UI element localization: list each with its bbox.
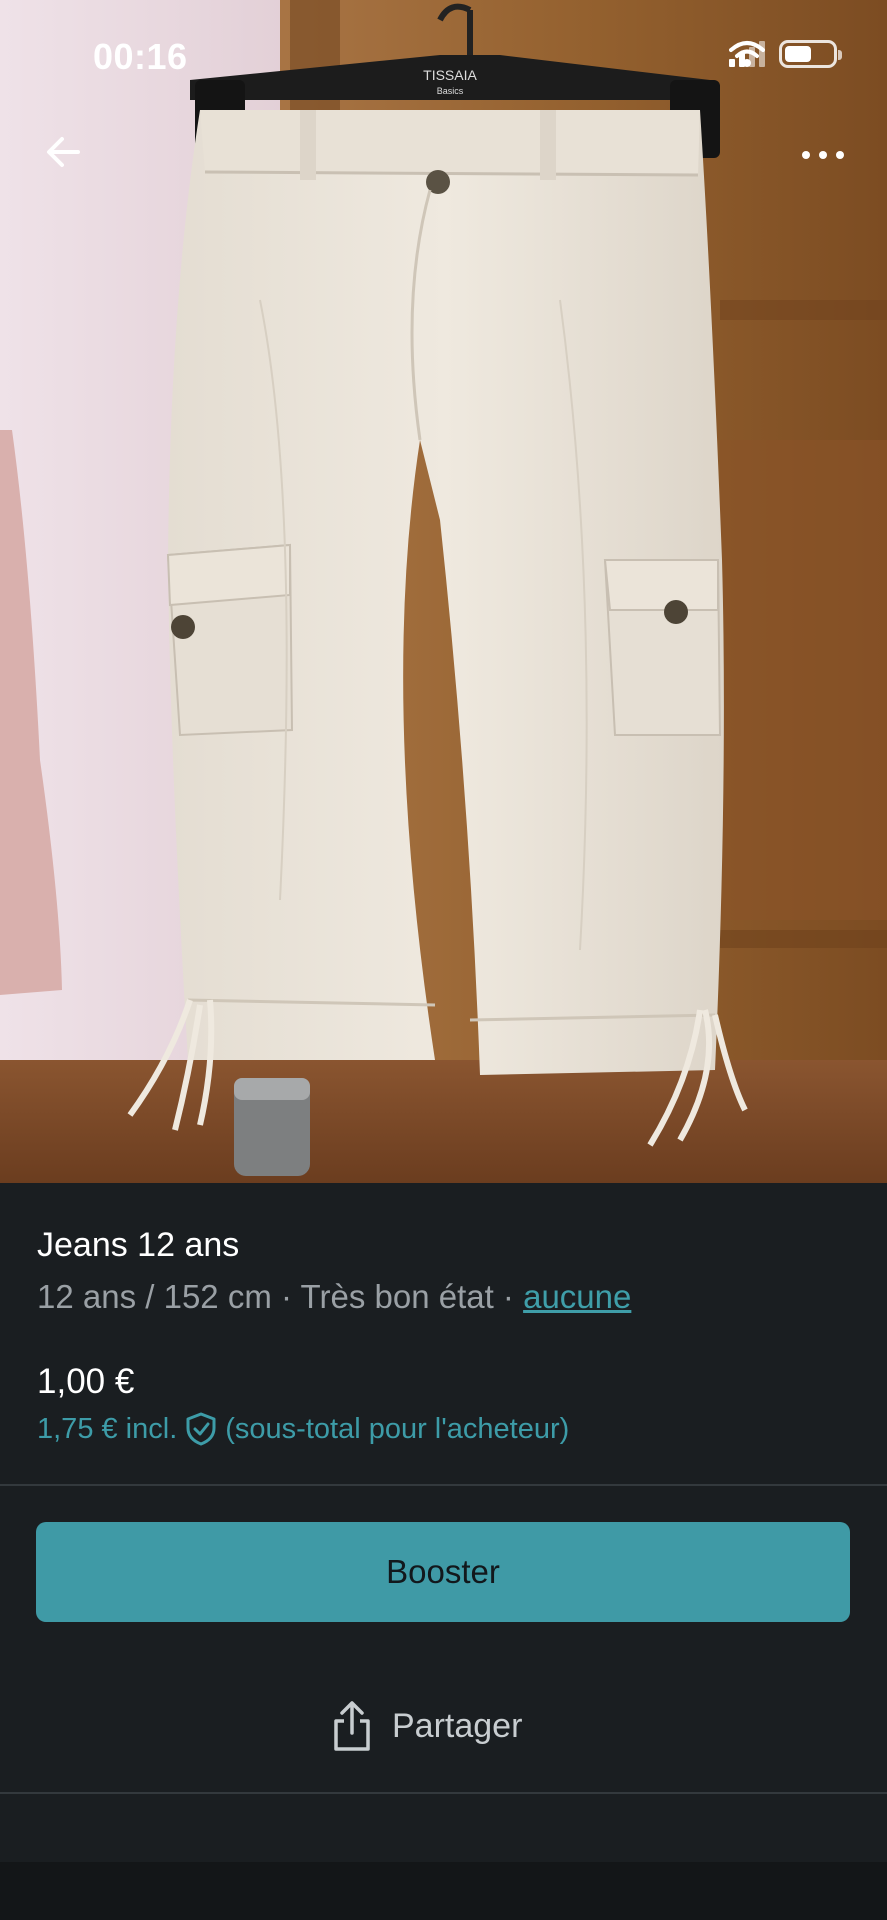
status-time: 00:16 <box>93 36 188 77</box>
more-horizontal-icon <box>802 151 810 159</box>
battery-icon <box>779 40 842 68</box>
bottom-bar <box>0 1862 887 1920</box>
hanger-brand-text: TISSAIA <box>423 67 477 83</box>
item-photo[interactable]: TISSAIA Basics 00:16 <box>0 0 887 1183</box>
item-size: 12 ans / 152 cm <box>37 1278 272 1315</box>
item-brand-link[interactable]: aucune <box>523 1278 631 1315</box>
share-icon <box>334 1701 370 1751</box>
booster-button[interactable]: Booster <box>36 1522 850 1622</box>
status-icons <box>729 40 842 68</box>
divider <box>0 1792 887 1794</box>
item-title: Jeans 12 ans <box>37 1226 240 1264</box>
divider <box>0 1484 887 1486</box>
meta-separator: · <box>271 1278 301 1315</box>
arrow-left-icon <box>47 137 80 167</box>
buyer-price-info[interactable]: 1,75 € incl. (sous-total pour l'acheteur… <box>37 1412 569 1446</box>
item-price: 1,00 € <box>37 1362 135 1401</box>
wifi-icon <box>729 41 765 67</box>
hanger-brand-sub: Basics <box>437 86 464 96</box>
item-condition: Très bon état <box>300 1278 494 1315</box>
item-photo-illustration: TISSAIA Basics <box>0 0 887 1183</box>
item-meta: 12 ans / 152 cm · Très bon état · aucune <box>37 1278 631 1316</box>
shield-check-icon <box>186 1412 216 1446</box>
share-button[interactable]: Partager <box>330 1696 522 1756</box>
meta-separator: · <box>493 1278 524 1315</box>
back-button[interactable] <box>40 128 88 176</box>
share-label: Partager <box>392 1706 523 1745</box>
price-note-text: (sous-total pour l'acheteur) <box>225 1412 570 1445</box>
more-options-button[interactable] <box>795 140 851 170</box>
price-incl-text: 1,75 € incl. <box>37 1412 178 1445</box>
